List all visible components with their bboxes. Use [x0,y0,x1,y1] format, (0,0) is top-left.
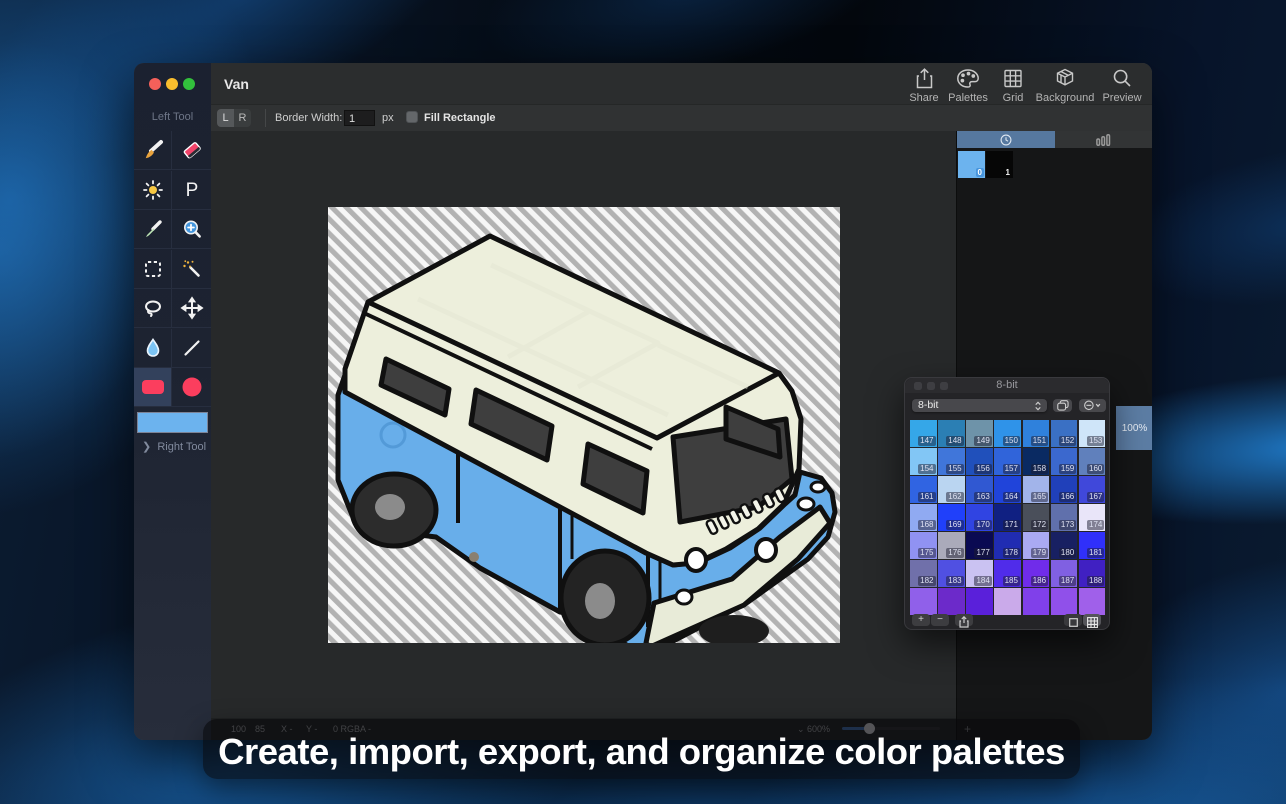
svg-text:P: P [185,180,198,201]
